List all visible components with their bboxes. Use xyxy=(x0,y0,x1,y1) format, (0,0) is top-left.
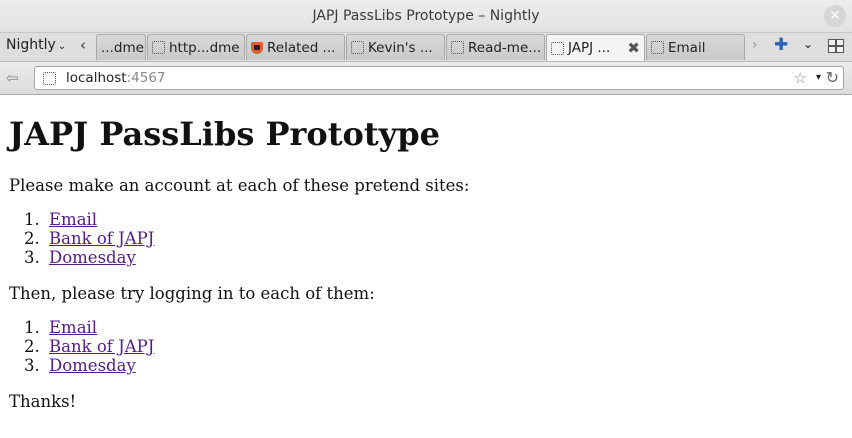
tab-label: ...dme xyxy=(101,39,144,56)
tab-close-icon[interactable]: ✖ xyxy=(627,39,640,57)
tab-groups-icon[interactable] xyxy=(828,39,844,53)
blank-page-icon xyxy=(551,41,564,55)
new-tab-icon[interactable]: ✚ xyxy=(774,35,788,55)
page-content: JAPJ PassLibs Prototype Please make an a… xyxy=(0,95,852,438)
tab-email[interactable]: Email xyxy=(646,34,745,60)
url-host: localhost xyxy=(66,70,127,86)
thanks-text: Thanks! xyxy=(9,392,77,411)
navigation-bar: ⇦ localhost:4567 ☆ ▾ ↻ xyxy=(0,62,852,95)
blank-page-icon xyxy=(451,41,464,54)
login-link-domesday[interactable]: Domesday xyxy=(49,356,136,375)
bookmark-star-icon[interactable]: ☆ xyxy=(794,69,807,87)
url-bar[interactable]: localhost:4567 ☆ ▾ ↻ xyxy=(34,66,844,90)
chevron-down-icon: ⌄ xyxy=(57,41,67,52)
list-item: 1. Email xyxy=(24,210,98,229)
signup-link-email[interactable]: Email xyxy=(49,210,97,229)
tab-related[interactable]: Related ... xyxy=(246,34,345,60)
shield-icon xyxy=(251,41,263,54)
blank-page-icon xyxy=(152,41,165,54)
title-bar: JAPJ PassLibs Prototype – Nightly ✕ xyxy=(0,0,852,33)
all-tabs-chevron-icon[interactable]: ⌄ xyxy=(803,37,813,51)
tab-http-readme[interactable]: http...dme xyxy=(147,34,245,60)
list-item: 3. Domesday xyxy=(24,248,136,267)
tab-label: Related ... xyxy=(267,39,336,56)
signup-link-domesday[interactable]: Domesday xyxy=(49,248,136,267)
signup-link-bank[interactable]: Bank of JAPJ xyxy=(49,229,154,248)
tab-readme-1[interactable]: ...dme xyxy=(96,34,146,60)
login-link-email[interactable]: Email xyxy=(49,318,97,337)
page-heading: JAPJ PassLibs Prototype xyxy=(9,115,440,153)
window-title: JAPJ PassLibs Prototype – Nightly xyxy=(312,8,540,24)
tab-label: JAPJ ... xyxy=(568,40,611,56)
url-history-dropdown-icon[interactable]: ▾ xyxy=(816,72,821,83)
blank-page-icon xyxy=(351,41,364,54)
login-list: 1. Email 2. Bank of JAPJ 3. Domesday xyxy=(9,318,154,375)
tab-label: http...dme xyxy=(169,39,240,56)
login-intro-text: Then, please try logging in to each of t… xyxy=(9,284,375,303)
tab-read-me[interactable]: Read-me... xyxy=(446,34,545,60)
tabs-scroll-right-icon[interactable]: › xyxy=(752,37,758,53)
list-item: 2. Bank of JAPJ xyxy=(24,229,155,248)
nightly-menu-label: Nightly xyxy=(6,37,56,53)
tab-japj-active[interactable]: JAPJ ... ✖ xyxy=(546,34,645,61)
close-window-icon[interactable]: ✕ xyxy=(824,5,846,27)
browser-window: JAPJ PassLibs Prototype – Nightly ✕ Nigh… xyxy=(0,0,852,438)
login-link-bank[interactable]: Bank of JAPJ xyxy=(49,337,154,356)
url-port: :4567 xyxy=(126,70,166,86)
list-item: 1. Email xyxy=(24,318,98,337)
tab-kevins[interactable]: Kevin's ... xyxy=(346,34,445,60)
list-item: 2. Bank of JAPJ xyxy=(24,337,155,356)
signup-list: 1. Email 2. Bank of JAPJ 3. Domesday xyxy=(9,210,154,267)
page-identity-icon[interactable] xyxy=(43,72,56,85)
nightly-menu-button[interactable]: Nightly ⌄ xyxy=(6,37,66,53)
tab-label: Email xyxy=(668,39,706,56)
blank-page-icon xyxy=(651,41,664,54)
reload-icon[interactable]: ↻ xyxy=(826,68,839,87)
list-item: 3. Domesday xyxy=(24,356,136,375)
back-icon[interactable]: ⇦ xyxy=(6,69,19,87)
tab-strip: Nightly ⌄ ‹ ...dme http...dme Related ...… xyxy=(0,33,852,62)
tabs-scroll-left-icon[interactable]: ‹ xyxy=(80,36,86,54)
url-text[interactable]: localhost:4567 xyxy=(66,70,166,86)
intro-text: Please make an account at each of these … xyxy=(9,176,470,195)
tab-label: Read-me... xyxy=(468,39,542,56)
tab-label: Kevin's ... xyxy=(368,39,433,56)
